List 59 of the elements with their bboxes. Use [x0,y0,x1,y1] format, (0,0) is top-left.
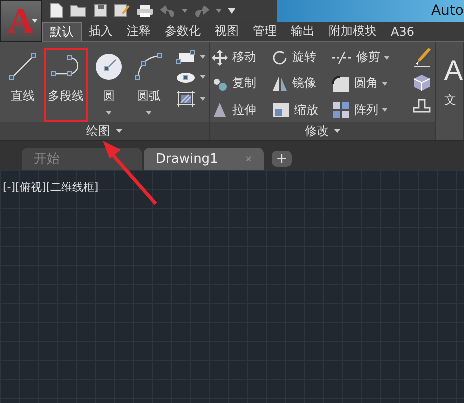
ribbon-tool-button[interactable]: 阵列 [332,100,410,120]
block-icon[interactable] [412,73,432,91]
caret-icon[interactable] [200,55,206,59]
stretch-icon [212,102,228,118]
new-tab-button[interactable]: + [272,151,292,167]
brush-icon[interactable] [412,48,432,68]
ribbon-tool-button[interactable]: 移动 [212,48,272,67]
ribbon-tab[interactable]: 输出 [284,22,322,41]
scale-icon [272,102,290,118]
ribbon-tool-button[interactable]: 镜像 [272,74,332,94]
drawing-canvas[interactable]: [-][俯视][二维线框] [0,170,464,403]
ribbon-tab[interactable]: 参数化 [158,22,208,41]
ribbon-tool-button[interactable]: 圆角 [332,74,410,94]
save-icon[interactable] [94,4,108,18]
ribbon-tool-button[interactable]: 缩放 [272,100,332,120]
undo-icon[interactable] [160,5,176,18]
ribbon-tab[interactable]: 附加模块 [322,22,384,41]
annotation-arrow [102,140,158,206]
ribbon-tool-button[interactable]: 修剪 [332,48,410,67]
viewport-label[interactable]: [-][俯视][二维线框] [3,181,99,194]
hatch-icon[interactable] [176,90,196,108]
text-tool-button[interactable]: A 文 [444,50,463,109]
caret-icon[interactable] [334,129,341,133]
ribbon-tab[interactable]: 默认 [42,22,82,41]
ribbon-tab[interactable]: 注释 [120,22,158,41]
panel-title[interactable]: 修改 [304,122,329,140]
ribbon-tool-button[interactable]: 直线 [4,48,42,122]
caret-icon[interactable] [116,129,123,133]
fillet-icon [332,76,350,92]
ribbon-tool-button[interactable]: 圆 [90,48,128,122]
panel-title[interactable]: 绘图 [86,122,111,140]
rectangle-icon[interactable] [176,50,196,64]
array-icon [332,101,350,120]
rotate-icon [272,50,288,66]
ribbon-tab[interactable]: 插入 [82,22,120,41]
move-icon [212,50,228,66]
open-folder-icon[interactable] [70,4,88,18]
ribbon-tool-button[interactable]: 圆弧 [130,48,168,122]
trim-icon [332,50,352,66]
ribbon-tab[interactable]: 管理 [246,22,284,41]
ribbon-tool-button[interactable]: 旋转 [272,48,332,67]
ribbon-tool-button[interactable]: 复制 [212,74,272,94]
circle-icon [94,52,124,82]
new-file-icon[interactable] [50,3,64,20]
file-tab[interactable]: Drawing1 [144,148,264,170]
ribbon-tab[interactable]: 视图 [208,22,246,41]
caret-icon[interactable] [200,75,206,79]
window-title: Auto [431,3,464,20]
print-icon[interactable] [136,4,154,18]
arc-icon [134,52,164,82]
ellipse-icon[interactable] [176,70,196,84]
caret-icon[interactable] [200,97,206,101]
ribbon-tool-button[interactable]: 拉伸 [212,100,272,120]
ribbon-tab[interactable]: A36 [384,22,422,41]
line-icon [8,52,38,82]
save-as-icon[interactable] [114,4,130,18]
mirror-icon [272,76,288,92]
ribbon-tool-button[interactable]: 多段线 [44,48,88,122]
redo-icon[interactable] [194,5,210,18]
